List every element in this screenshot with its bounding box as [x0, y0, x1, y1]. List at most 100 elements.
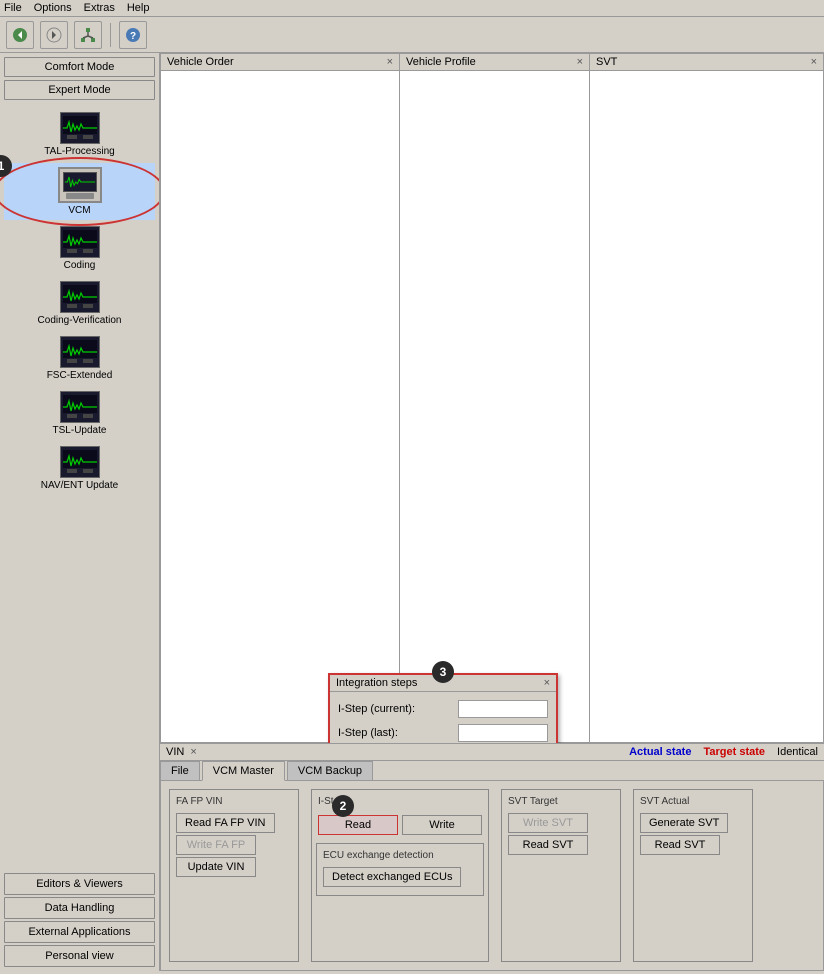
svt-actual-section: SVT Actual Generate SVT Read SVT — [633, 789, 753, 962]
vehicle-profile-panel: Vehicle Profile × — [400, 53, 590, 743]
write-svt-button[interactable]: Write SVT — [508, 813, 588, 833]
detect-exchanged-ecus-button[interactable]: Detect exchanged ECUs — [323, 867, 461, 887]
tsl-update-label: TSL-Update — [53, 425, 107, 436]
external-applications-button[interactable]: External Applications — [4, 921, 155, 943]
data-handling-button[interactable]: Data Handling — [4, 897, 155, 919]
sidebar-item-tal-processing[interactable]: TAL-Processing — [4, 108, 155, 161]
nav-ent-update-icon — [60, 446, 100, 478]
read-svt-actual-button[interactable]: Read SVT — [640, 835, 720, 855]
read-button[interactable]: Read — [318, 815, 398, 835]
tab-bar: File VCM Master VCM Backup — [160, 761, 824, 781]
help-button[interactable]: ? — [119, 21, 147, 49]
sidebar-item-nav-ent-update[interactable]: NAV/ENT Update — [4, 442, 155, 495]
sidebar-bottom-buttons: Editors & Viewers Data Handling External… — [4, 869, 155, 967]
toolbar: ? — [0, 17, 824, 53]
tal-processing-icon — [60, 112, 100, 144]
ecu-exchange-section: ECU exchange detection Detect exchanged … — [316, 843, 484, 896]
sidebar-item-coding-verification[interactable]: Coding-Verification — [4, 277, 155, 330]
integration-steps-close[interactable]: × — [544, 677, 550, 689]
tab-vcm-backup[interactable]: VCM Backup — [287, 761, 373, 780]
write-button[interactable]: Write — [402, 815, 482, 835]
vin-panel-header: VIN — [166, 746, 184, 758]
main-layout: Comfort Mode Expert Mode TAL-Processing — [0, 53, 824, 971]
menu-file[interactable]: File — [4, 2, 22, 14]
sidebar-item-vcm[interactable]: VCM 1 — [4, 163, 155, 220]
vehicle-profile-close[interactable]: × — [577, 56, 583, 68]
menu-help[interactable]: Help — [127, 2, 150, 14]
back-button[interactable] — [6, 21, 34, 49]
comfort-mode-button[interactable]: Comfort Mode — [4, 57, 155, 77]
editors-viewers-button[interactable]: Editors & Viewers — [4, 873, 155, 895]
istep-last-input[interactable] — [458, 724, 548, 742]
tsl-update-icon — [60, 391, 100, 423]
toolbar-separator — [110, 23, 111, 47]
circle-badge-3: 3 — [432, 661, 454, 683]
read-svt-target-button[interactable]: Read SVT — [508, 835, 588, 855]
expert-mode-button[interactable]: Expert Mode — [4, 80, 155, 100]
sidebar-item-coding[interactable]: Coding — [4, 222, 155, 275]
svt-target-section: SVT Target Write SVT Read SVT — [501, 789, 621, 962]
istep-last-label: I-Step (last): — [338, 727, 398, 739]
coding-verification-label: Coding-Verification — [38, 315, 122, 326]
coding-icon — [60, 226, 100, 258]
personal-view-button[interactable]: Personal view — [4, 945, 155, 967]
menu-extras[interactable]: Extras — [84, 2, 115, 14]
svt-panel: SVT × — [590, 53, 824, 743]
sidebar: Comfort Mode Expert Mode TAL-Processing — [0, 53, 160, 971]
network-button[interactable] — [74, 21, 102, 49]
vehicle-order-content — [161, 71, 399, 742]
svt-title: SVT — [596, 56, 617, 68]
integration-steps-popup: Integration steps × I-Step (current): I-… — [328, 673, 558, 743]
menu-options[interactable]: Options — [34, 2, 72, 14]
ecu-exchange-title: ECU exchange detection — [323, 850, 477, 861]
tab-file[interactable]: File — [160, 761, 200, 780]
generate-svt-button[interactable]: Generate SVT — [640, 813, 728, 833]
actual-state-label: Actual state — [629, 746, 691, 758]
sidebar-item-fsc-extended[interactable]: FSC-Extended — [4, 332, 155, 385]
update-vin-button[interactable]: Update VIN — [176, 857, 256, 877]
vehicle-profile-title: Vehicle Profile — [406, 56, 476, 68]
istep-last-row: I-Step (last): — [338, 724, 548, 742]
state-labels: Actual state Target state Identical — [207, 746, 818, 758]
coding-label: Coding — [64, 260, 96, 271]
fsc-extended-icon — [60, 336, 100, 368]
istep-current-label: I-Step (current): — [338, 703, 415, 715]
fa-fp-vin-section: FA FP VIN Read FA FP VIN Write FA FP Upd… — [169, 789, 299, 962]
identical-label: Identical — [777, 746, 818, 758]
svg-text:?: ? — [130, 31, 136, 42]
vehicle-order-close[interactable]: × — [387, 56, 393, 68]
vehicle-order-header: Vehicle Order × — [161, 54, 399, 71]
tab-vcm-master[interactable]: VCM Master — [202, 761, 285, 781]
svt-content — [590, 71, 823, 742]
sidebar-item-tsl-update[interactable]: TSL-Update — [4, 387, 155, 440]
sidebar-top-buttons: Comfort Mode Expert Mode — [4, 57, 155, 100]
istep-current-row: I-Step (current): — [338, 700, 548, 718]
target-state-label: Target state — [703, 746, 765, 758]
istep-current-input[interactable] — [458, 700, 548, 718]
svt-target-title: SVT Target — [508, 796, 614, 807]
forward-button[interactable] — [40, 21, 68, 49]
integration-steps-title: Integration steps — [336, 677, 417, 689]
content-area: Vehicle Order × Vehicle Profile × SVT × — [160, 53, 824, 971]
sidebar-items: TAL-Processing VCM 1 — [4, 108, 155, 869]
integration-steps-body: I-Step (current): I-Step (last): I-Step … — [330, 692, 556, 743]
nav-ent-update-label: NAV/ENT Update — [41, 480, 118, 491]
svt-close[interactable]: × — [811, 56, 817, 68]
svt-actual-title: SVT Actual — [640, 796, 746, 807]
vehicle-profile-header: Vehicle Profile × — [400, 54, 589, 71]
vcm-label: VCM — [68, 205, 90, 216]
vehicle-profile-content — [400, 71, 589, 742]
fa-fp-vin-title: FA FP VIN — [176, 796, 292, 807]
fsc-extended-label: FSC-Extended — [47, 370, 113, 381]
menubar: File Options Extras Help — [0, 0, 824, 17]
coding-verification-icon — [60, 281, 100, 313]
vehicle-order-panel: Vehicle Order × — [160, 53, 400, 743]
tal-processing-label: TAL-Processing — [44, 146, 114, 157]
circle-badge-2: 2 — [332, 795, 354, 817]
svt-header: SVT × — [590, 54, 823, 71]
vin-close[interactable]: × — [190, 746, 196, 758]
read-fa-fp-vin-button[interactable]: Read FA FP VIN — [176, 813, 275, 833]
i-steps-section: I-Steps Read Write 2 ECU exchange detect… — [311, 789, 489, 962]
write-fa-fp-button[interactable]: Write FA FP — [176, 835, 256, 855]
vin-section: VIN × — [166, 746, 197, 758]
